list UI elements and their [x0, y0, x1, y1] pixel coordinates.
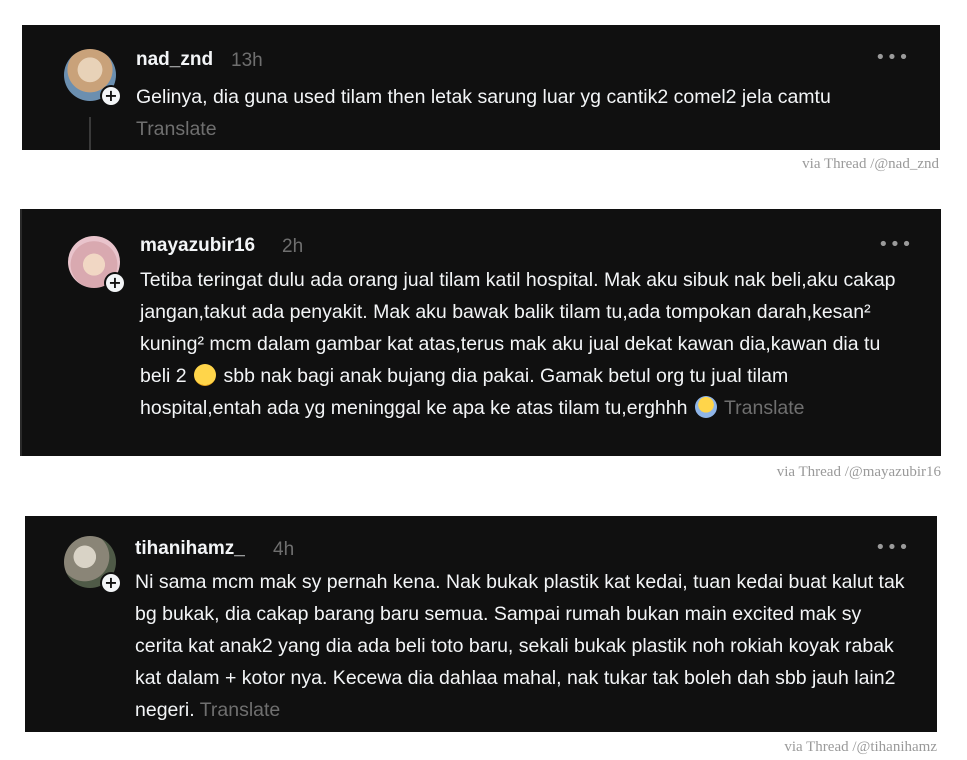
translate-link[interactable]: Translate — [200, 699, 281, 721]
credit-label: via Thread /@mayazubir16 — [776, 464, 941, 480]
translate-link[interactable]: Translate — [136, 118, 217, 140]
avatar[interactable]: + — [68, 236, 126, 294]
timestamp: 2h — [282, 236, 304, 257]
credit-label: via Thread /@tihanihamz — [784, 739, 937, 755]
post-text: Ni sama mcm mak sy pernah kena. Nak buka… — [135, 571, 905, 721]
post-card-tihanihamz: + tihanihamz_ 4h ••• Ni sama mcm mak sy … — [25, 516, 937, 732]
credit-label: via Thread /@nad_znd — [802, 156, 939, 172]
thread-line — [89, 117, 91, 150]
follow-plus-icon[interactable]: + — [104, 272, 126, 294]
post-card-nad-znd: + nad_znd 13h ••• Gelinya, dia guna used… — [22, 25, 940, 150]
avatar[interactable]: + — [64, 49, 122, 107]
more-dots-icon[interactable]: ••• — [875, 537, 910, 558]
screaming-face-emoji-icon — [694, 396, 717, 418]
translate-link[interactable]: Translate — [724, 397, 805, 419]
more-dots-icon[interactable]: ••• — [875, 47, 910, 68]
timestamp: 4h — [273, 539, 295, 560]
sweat-smile-emoji-icon — [194, 364, 217, 386]
username[interactable]: nad_znd — [136, 49, 213, 71]
post-card-mayazubir16: + mayazubir16 2h ••• Tetiba teringat dul… — [20, 209, 941, 456]
more-dots-icon[interactable]: ••• — [878, 234, 913, 255]
follow-plus-icon[interactable]: + — [100, 85, 122, 107]
timestamp: 13h — [231, 50, 263, 71]
username[interactable]: tihanihamz_ — [135, 538, 245, 560]
follow-plus-icon[interactable]: + — [100, 572, 122, 594]
post-text: Gelinya, dia guna used tilam then letak … — [136, 86, 831, 140]
username[interactable]: mayazubir16 — [140, 235, 255, 257]
avatar[interactable]: + — [64, 536, 122, 594]
post-text: Tetiba teringat dulu ada orang jual tila… — [140, 269, 896, 419]
